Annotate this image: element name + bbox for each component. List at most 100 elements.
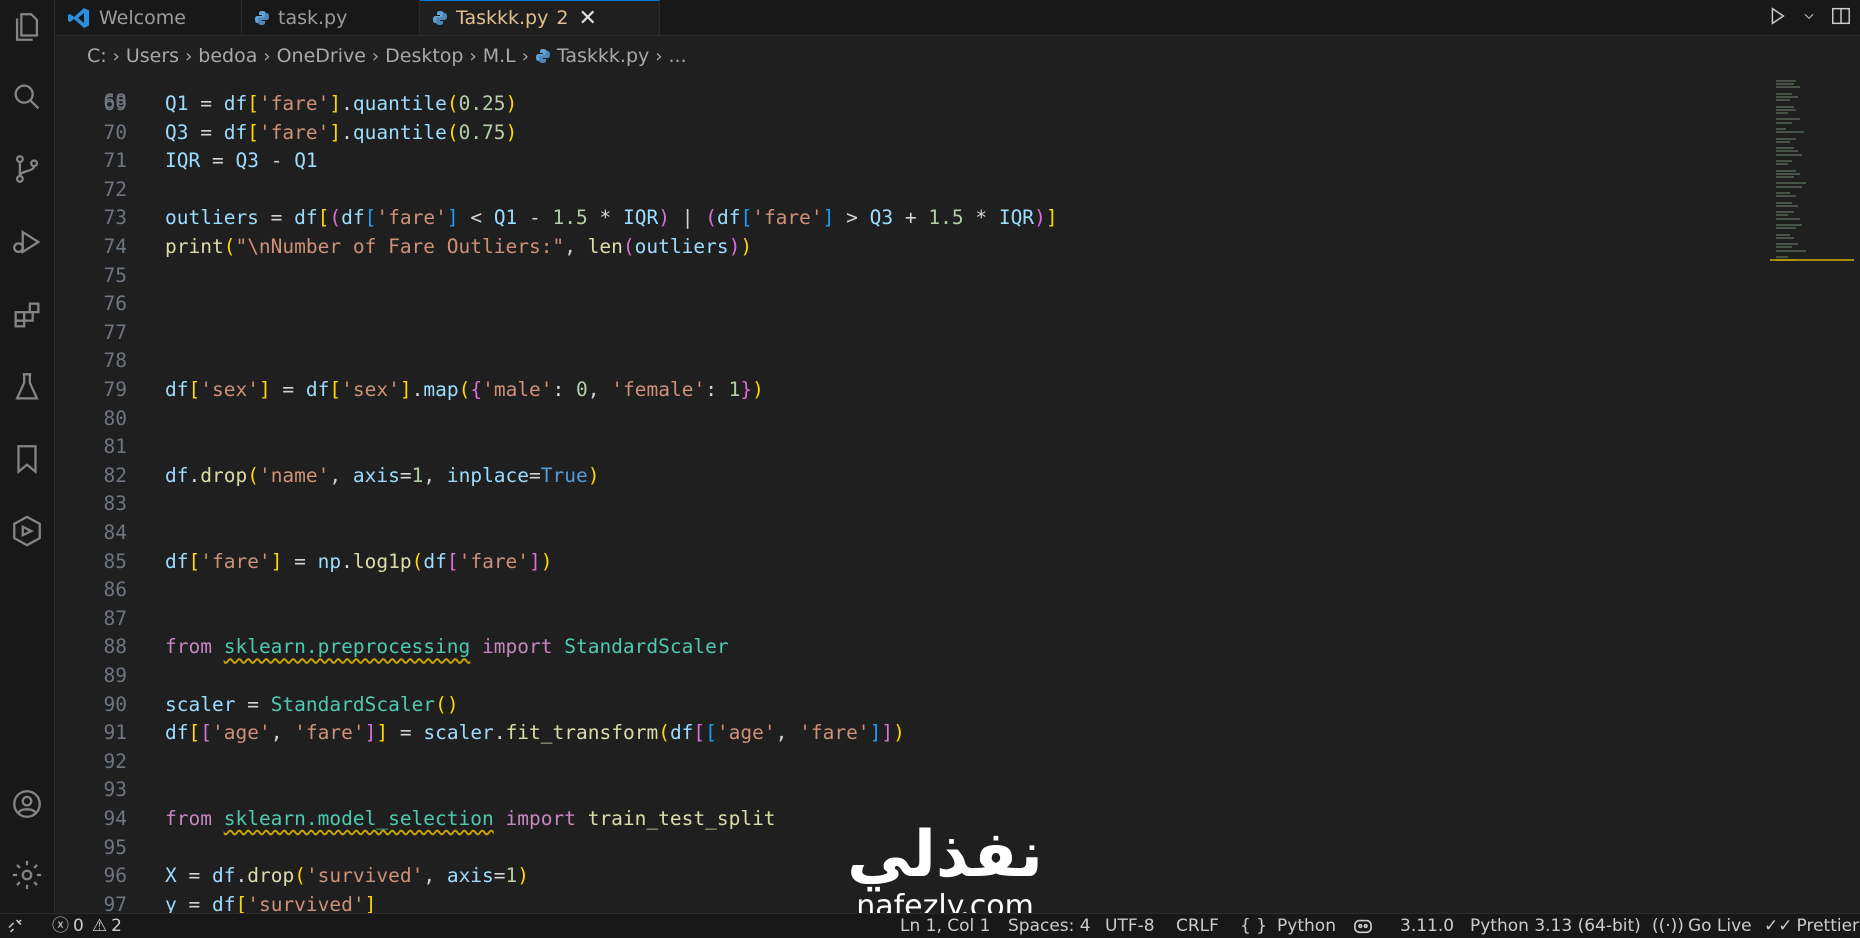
- source-control-icon[interactable]: [0, 142, 54, 196]
- line-number: 75: [103, 263, 127, 287]
- minimap-line: [1776, 86, 1800, 89]
- line-number: 85: [103, 549, 127, 573]
- minimap-line: [1776, 214, 1788, 217]
- activity-bar: [0, 0, 55, 913]
- run-debug-icon[interactable]: [0, 215, 54, 269]
- minimap-line: [1776, 236, 1794, 239]
- minimap-line: [1776, 150, 1798, 153]
- prettier-label: Prettier: [1796, 916, 1860, 936]
- editor-actions: [1766, 0, 1852, 35]
- line-number: 76: [103, 292, 127, 316]
- braces-icon: { }: [1240, 916, 1268, 936]
- double-check-icon: ✓✓: [1764, 916, 1793, 936]
- warning-count: 2: [111, 916, 122, 936]
- code-text: from sklearn.preprocessing import Standa…: [165, 635, 729, 659]
- code-text: df['sex'] = df['sex'].map({'male': 0, 'f…: [165, 378, 764, 401]
- line-number: 90: [103, 692, 127, 716]
- tab-task-py[interactable]: task.py: [242, 0, 420, 35]
- problems-indicator[interactable]: ⓧ 0 ⚠ 2: [52, 914, 122, 938]
- settings-gear-icon[interactable]: [0, 848, 54, 902]
- chevron-down-icon[interactable]: [1802, 8, 1816, 27]
- breadcrumb-item[interactable]: Users: [126, 45, 179, 67]
- extensions-icon[interactable]: [0, 288, 54, 342]
- remote-indicator-icon[interactable]: [6, 914, 24, 938]
- minimap-warning-marker: [1770, 259, 1854, 261]
- code-line-partial: 68: [55, 76, 127, 113]
- line-number: 70: [103, 120, 127, 144]
- chevron-right-icon: ›: [371, 45, 380, 67]
- close-tab-icon[interactable]: ✕: [578, 6, 596, 31]
- breadcrumb-item: Taskkk.py: [556, 45, 650, 67]
- run-python-file-icon[interactable]: [1766, 5, 1788, 31]
- minimap[interactable]: [1770, 76, 1860, 913]
- breadcrumb-item[interactable]: OneDrive: [277, 45, 366, 67]
- minimap-line: [1776, 112, 1788, 114]
- explorer-icon[interactable]: [0, 0, 54, 54]
- minimap-line: [1776, 192, 1790, 194]
- line-number: 79: [103, 378, 127, 401]
- code-text: df.drop('name', axis=1, inplace=True): [165, 463, 600, 487]
- chevron-right-icon: ›: [185, 45, 193, 67]
- code-text: outliers = df[(df['fare'] < Q1 - 1.5 * I…: [165, 206, 1058, 230]
- minimap-line: [1776, 204, 1798, 207]
- minimap-line: [1776, 140, 1790, 143]
- minimap-line: [1776, 217, 1800, 220]
- editor-tab-bar: Welcome task.py Taskkk.py 2 ✕: [55, 0, 1860, 36]
- indentation[interactable]: Spaces: 4: [1008, 914, 1091, 938]
- line-number: 82: [103, 463, 127, 487]
- line-number: 73: [103, 206, 127, 230]
- language-mode[interactable]: { } Python: [1240, 914, 1336, 938]
- line-number: 80: [103, 406, 127, 430]
- minimap-line: [1776, 182, 1806, 185]
- line-number: 78: [103, 349, 127, 373]
- language-label: Python: [1277, 916, 1336, 936]
- tab-taskkk-py[interactable]: Taskkk.py 2 ✕: [420, 0, 660, 35]
- code-text: Q1 = df['fare'].quantile(0.25): [165, 92, 518, 115]
- code-editor[interactable]: 68 69 Q1 = df['fare'].quantile(0.25) 70 Q3 …: [55, 76, 1765, 913]
- tab-label: task.py: [278, 6, 348, 29]
- minimap-line: [1776, 163, 1788, 166]
- error-icon: ⓧ: [52, 916, 69, 936]
- breadcrumb-item[interactable]: Desktop: [385, 45, 463, 67]
- minimap-line: [1776, 172, 1800, 175]
- bookmark-icon[interactable]: [0, 432, 54, 486]
- minimap-line: [1776, 160, 1792, 162]
- minimap-line: [1776, 147, 1794, 150]
- minimap-line: [1776, 131, 1804, 134]
- vscode-icon: [67, 6, 91, 30]
- breadcrumb-item[interactable]: bedoa: [198, 45, 257, 67]
- breadcrumb-item[interactable]: C:: [87, 45, 107, 67]
- search-icon[interactable]: [0, 70, 54, 124]
- go-live-button[interactable]: ((·)) Go Live: [1652, 914, 1752, 938]
- line-number: 84: [103, 521, 127, 544]
- minimap-line: [1776, 153, 1802, 156]
- breadcrumb-file[interactable]: Taskkk.py: [535, 45, 649, 67]
- testing-icon[interactable]: [0, 360, 54, 414]
- account-icon[interactable]: [0, 777, 54, 831]
- line-number: 93: [103, 778, 127, 802]
- breadcrumb-item[interactable]: M.L: [483, 45, 516, 67]
- encoding[interactable]: UTF-8: [1105, 914, 1155, 938]
- end-of-line[interactable]: CRLF: [1176, 914, 1219, 938]
- line-number: 83: [103, 492, 127, 516]
- chevron-right-icon: ›: [521, 45, 529, 67]
- prettier-button[interactable]: ✓✓ Prettier: [1764, 914, 1859, 938]
- breadcrumb-symbols[interactable]: ...: [668, 45, 686, 67]
- line-number: 92: [103, 749, 127, 773]
- tab-welcome[interactable]: Welcome: [55, 0, 242, 35]
- cursor-position[interactable]: Ln 1, Col 1: [900, 914, 991, 938]
- line-number: 97: [103, 892, 127, 913]
- remote-explorer-icon[interactable]: [0, 504, 54, 558]
- code-text: from sklearn.model_selection import trai…: [165, 807, 776, 830]
- minimap-line: [1776, 83, 1794, 86]
- code-text: IQR = Q3 - Q1: [165, 149, 318, 173]
- code-text: X = df.drop('survived', axis=1): [165, 864, 530, 888]
- split-editor-icon[interactable]: [1830, 5, 1852, 31]
- line-number: 89: [103, 664, 127, 687]
- python-interpreter[interactable]: Python 3.13 (64-bit): [1470, 914, 1641, 938]
- minimap-line: [1776, 96, 1798, 98]
- error-count: 0: [73, 916, 84, 936]
- line-number: 81: [103, 435, 127, 459]
- copilot-icon[interactable]: [1352, 914, 1374, 938]
- python-version[interactable]: 3.11.0: [1400, 914, 1454, 938]
